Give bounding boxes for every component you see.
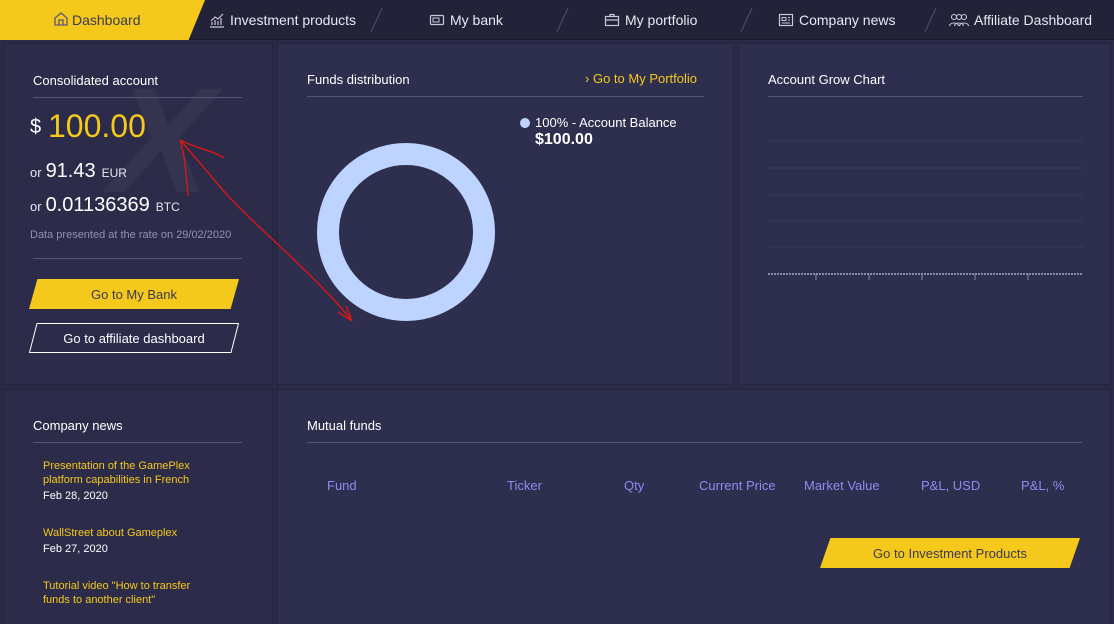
red-annotation-arrow xyxy=(179,139,353,322)
